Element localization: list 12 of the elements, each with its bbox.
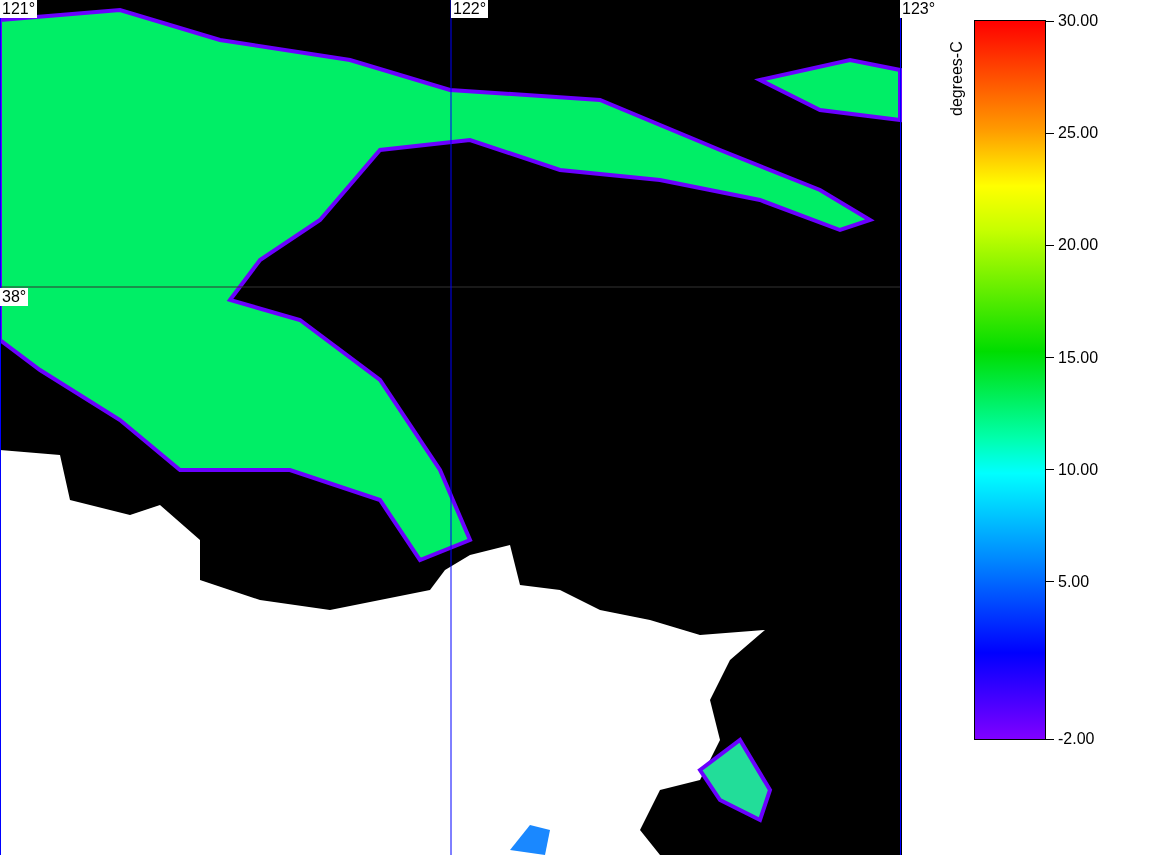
tick-label: 20.00	[1058, 236, 1099, 255]
tick-label: 10.00	[1058, 460, 1099, 479]
latitude-label: 38°	[0, 288, 29, 306]
tick-label: 15.00	[1058, 348, 1099, 367]
tick-label: 25.00	[1058, 124, 1099, 143]
tick-label: -2.00	[1058, 730, 1095, 748]
longitude-label: 122°	[451, 0, 489, 18]
longitude-label: 121°	[0, 0, 38, 18]
unit-label: degrees-C	[948, 40, 966, 116]
longitude-label: 123°	[900, 0, 938, 18]
tick-label: 5.00	[1058, 572, 1090, 591]
tick-label: 30.00	[1058, 12, 1099, 30]
